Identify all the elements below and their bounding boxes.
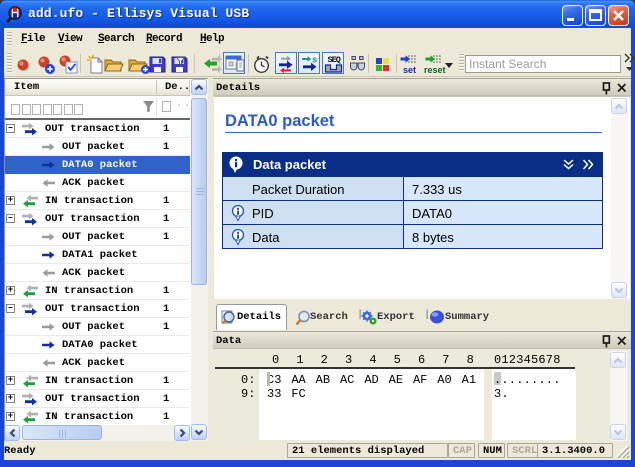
svg-text:reset: reset	[424, 65, 446, 75]
svg-text:set: set	[403, 65, 416, 75]
svg-text:SEQ: SEQ	[328, 55, 341, 65]
